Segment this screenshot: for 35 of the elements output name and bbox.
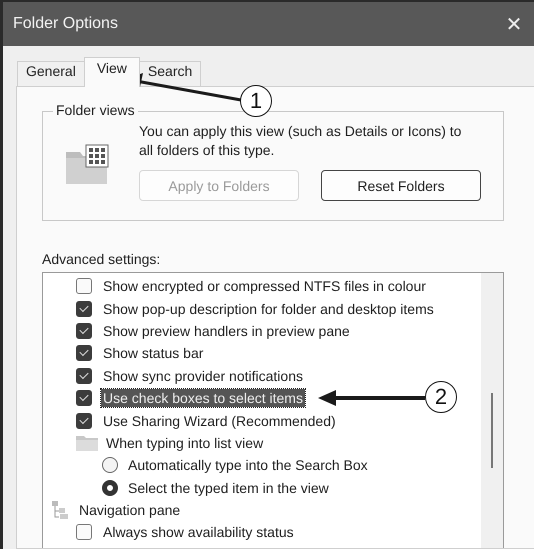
setting-label[interactable]: Show pop-up description for folder and desktop items [101, 300, 436, 318]
window-title: Folder Options [13, 15, 118, 33]
group-title: Folder views [53, 102, 138, 118]
checkbox[interactable] [76, 524, 92, 540]
description-text: You can apply this view (such as Details or Icons) to all folders of this type. [139, 122, 462, 160]
close-button[interactable]: ✕ [494, 4, 534, 44]
tab[interactable]: View [84, 57, 140, 87]
checkbox[interactable] [76, 368, 92, 384]
radio-button[interactable] [102, 457, 118, 474]
tab[interactable]: General [17, 61, 85, 86]
section-label: Advanced settings: [42, 251, 162, 267]
checkbox[interactable] [76, 345, 92, 362]
folder-view-icon [65, 144, 109, 186]
setting-label[interactable]: Show sync provider notifications [101, 366, 305, 385]
scrollbar[interactable] [481, 273, 503, 548]
setting-label[interactable]: Navigation pane [77, 501, 182, 520]
checkbox[interactable] [76, 390, 92, 406]
setting-label[interactable]: When typing into list view [104, 434, 266, 452]
setting-label[interactable]: Show encrypted or compressed NTFS files in colour [101, 277, 428, 296]
checkbox[interactable] [76, 300, 92, 317]
radio-button[interactable] [102, 480, 118, 496]
push-button[interactable]: Reset Folders [321, 170, 481, 201]
setting-label[interactable]: Show preview handlers in preview pane [101, 322, 352, 340]
setting-label[interactable]: Select the typed item in the view [126, 478, 331, 497]
tab[interactable]: Search [138, 61, 202, 86]
folder-icon [76, 434, 98, 451]
setting-label[interactable]: Use Sharing Wizard (Recommended) [101, 412, 338, 430]
checkbox[interactable] [76, 412, 92, 429]
checkbox[interactable] [76, 278, 92, 294]
tree-icon [51, 500, 71, 520]
setting-label[interactable]: Always show availability status [101, 523, 296, 542]
setting-label[interactable]: Show status bar [101, 344, 206, 362]
setting-label[interactable]: Automatically type into the Search Box [126, 456, 370, 474]
checkbox[interactable] [76, 322, 92, 339]
setting-label[interactable]: Use check boxes to select items [101, 389, 305, 408]
